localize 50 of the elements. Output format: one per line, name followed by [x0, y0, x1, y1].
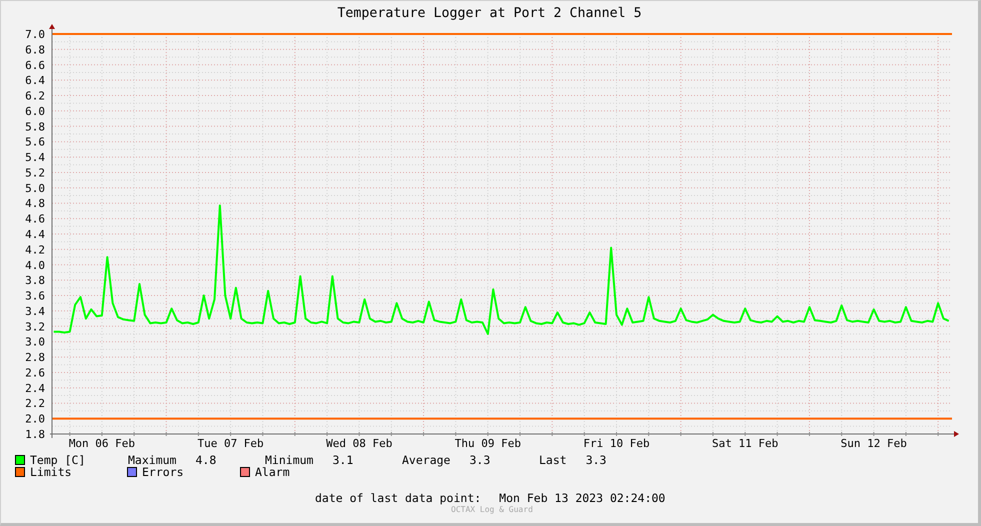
axis-label: 3.4 — [25, 304, 45, 318]
chart-title: Temperature Logger at Port 2 Channel 5 — [337, 5, 642, 23]
axis-label: 6.4 — [25, 74, 45, 88]
axis-label: 6.0 — [25, 104, 45, 118]
axis-label: Wed 08 Feb — [326, 437, 392, 450]
footer-value: Mon Feb 13 2023 02:24:00 — [499, 492, 666, 505]
stat-value: 3.1 — [332, 454, 354, 466]
axis-label: 4.8 — [25, 197, 45, 210]
stat-label: Maximum — [128, 454, 176, 466]
axis-label: 3.8 — [25, 274, 45, 288]
axis-label: Fri 10 Feb — [583, 437, 650, 450]
axis-label: 5.0 — [25, 182, 45, 195]
footer-label: date of last data point: — [315, 492, 482, 505]
axis-label: 5.8 — [25, 120, 45, 134]
stat-value: 3.3 — [469, 454, 490, 466]
axis-label: 2.6 — [25, 366, 45, 380]
legend-label: Limits — [30, 466, 72, 478]
axis-label: 6.8 — [25, 43, 45, 56]
axis-label: 2.0 — [25, 412, 45, 426]
axis-label: Thu 09 Feb — [454, 437, 521, 450]
stat-label: Minimum — [265, 454, 314, 466]
legend-label: Temp [C] — [30, 454, 86, 466]
axis-label: 4.6 — [25, 212, 45, 226]
legend-label: Alarm — [255, 466, 290, 478]
axis-label: Mon 06 Feb — [68, 437, 136, 450]
axis-label: 6.2 — [25, 90, 45, 103]
axis-label: 3.2 — [25, 320, 45, 334]
stat-value: 3.3 — [586, 454, 606, 466]
axis-label: 3.0 — [25, 336, 45, 349]
axis-label: 6.6 — [25, 58, 45, 72]
axis-label: 2.2 — [25, 397, 45, 410]
axis-label: Sat 11 Feb — [712, 437, 778, 450]
axis-label: 4.2 — [25, 243, 45, 256]
axis-label: 4.0 — [25, 258, 45, 272]
legend-label: Errors — [142, 466, 184, 478]
stat-label: Last — [539, 454, 567, 466]
stat-value: 4.8 — [195, 454, 216, 466]
credit-text: OCTAX Log & Guard — [451, 505, 533, 514]
axis-label: 2.4 — [25, 382, 45, 395]
axis-label: 2.8 — [25, 351, 45, 364]
axis-label: 1.8 — [25, 428, 45, 441]
axis-label: 7.0 — [25, 28, 45, 41]
axis-label: 5.4 — [25, 151, 45, 164]
stat-label: Average — [402, 454, 450, 466]
axis-label: Tue 07 Feb — [197, 437, 264, 450]
axis-label: Sun 12 Feb — [840, 437, 907, 450]
axis-label: 5.2 — [25, 166, 45, 180]
axis-label: 4.4 — [25, 228, 45, 241]
axis-label: 5.6 — [25, 136, 45, 149]
axis-label: 3.6 — [25, 290, 45, 303]
